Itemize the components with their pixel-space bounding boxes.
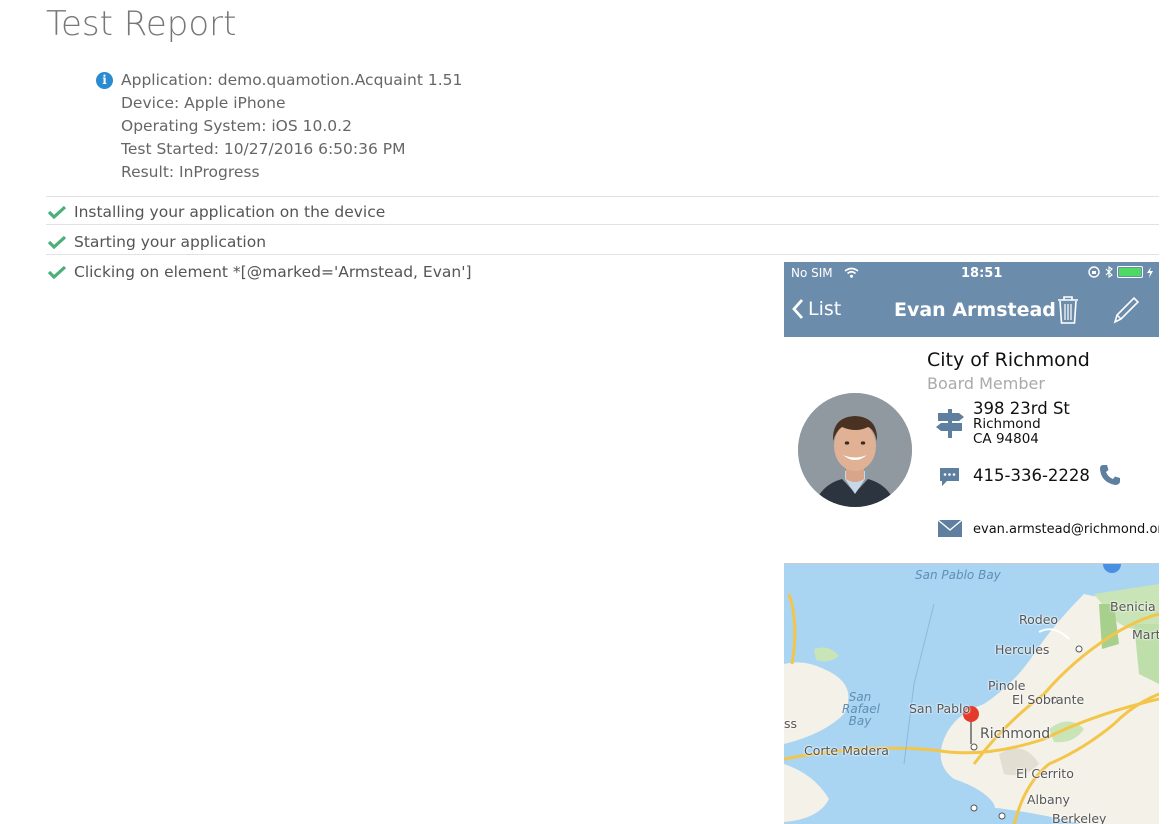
bluetooth-icon bbox=[1105, 266, 1113, 278]
info-application: Application: demo.quamotion.Acquaint 1.5… bbox=[121, 71, 463, 89]
map-label-benicia: Benicia bbox=[1110, 599, 1156, 614]
chevron-left-icon bbox=[792, 299, 804, 319]
checkmark-icon bbox=[48, 205, 66, 219]
map-label-san-pablo: San Pablo bbox=[909, 701, 971, 716]
map-label-corte-madera: Corte Madera bbox=[804, 743, 889, 758]
contact-title: Evan Armstead bbox=[894, 299, 1056, 321]
info-os: Operating System: iOS 10.0.2 bbox=[121, 117, 352, 135]
status-bar: No SIM 18:51 bbox=[791, 266, 1153, 282]
page-title: Test Report bbox=[46, 4, 237, 44]
map-label-richmond: Richmond bbox=[980, 726, 1051, 742]
map-label-albany: Albany bbox=[1027, 792, 1070, 807]
clock-label: 18:51 bbox=[961, 266, 1003, 281]
contact-state-zip: CA 94804 bbox=[973, 431, 1039, 447]
checkmark-icon bbox=[48, 265, 66, 279]
contact-position: Board Member bbox=[927, 374, 1045, 393]
map-label-el-cerrito: El Cerrito bbox=[1016, 766, 1074, 781]
info-device: Device: Apple iPhone bbox=[121, 94, 286, 112]
contact-email: evan.armstead@richmond.org bbox=[973, 522, 1159, 537]
edit-pencil-icon[interactable] bbox=[1112, 295, 1140, 325]
map-label-martinez: Martinez bbox=[1132, 627, 1159, 642]
step-label: Clicking on element *[@marked='Armstead,… bbox=[74, 263, 472, 281]
message-bubble-icon[interactable] bbox=[938, 466, 961, 488]
map-label-rodeo: Rodeo bbox=[1019, 612, 1059, 627]
checkmark-icon bbox=[48, 235, 66, 249]
map-label-berkeley: Berkeley bbox=[1052, 811, 1107, 824]
back-label: List bbox=[808, 298, 842, 320]
step-row: Installing your application on the devic… bbox=[48, 203, 385, 221]
map-label-hercules: Hercules bbox=[995, 642, 1050, 657]
signpost-icon[interactable] bbox=[935, 407, 965, 439]
contact-city-block: Richmond CA 94804 bbox=[973, 417, 1041, 447]
rotation-lock-icon bbox=[1088, 266, 1100, 278]
step-row: Starting your application bbox=[48, 233, 266, 251]
step-label: Installing your application on the devic… bbox=[74, 203, 386, 221]
back-button[interactable]: List bbox=[792, 298, 841, 320]
step-label: Starting your application bbox=[74, 233, 267, 251]
phone-call-icon[interactable] bbox=[1098, 463, 1122, 487]
contact-avatar bbox=[798, 393, 912, 507]
divider bbox=[46, 224, 1159, 225]
step-row: Clicking on element *[@marked='Armstead,… bbox=[48, 263, 472, 281]
carrier-label: No SIM bbox=[791, 266, 833, 280]
trash-icon[interactable] bbox=[1056, 295, 1080, 325]
info-icon: i bbox=[96, 72, 113, 89]
nav-bar: No SIM 18:51 List Evan Armstead bbox=[784, 262, 1159, 337]
divider bbox=[46, 254, 1159, 255]
device-screenshot: No SIM 18:51 List Evan Armstead City of … bbox=[784, 262, 1159, 824]
map-label-fragment: ss bbox=[784, 716, 798, 731]
location-map[interactable]: San Pablo Bay Rodeo Benicia Martinez Her… bbox=[784, 563, 1159, 824]
contact-company: City of Richmond bbox=[927, 349, 1090, 371]
map-label-san-rafael-bay: San Rafael Bay bbox=[842, 690, 880, 728]
map-label-el-sobrante: El Sobrante bbox=[1012, 692, 1085, 707]
wifi-icon bbox=[844, 267, 859, 278]
charging-icon bbox=[1147, 266, 1153, 278]
battery-icon bbox=[1117, 266, 1143, 278]
divider bbox=[46, 196, 1159, 197]
info-started: Test Started: 10/27/2016 6:50:36 PM bbox=[121, 140, 406, 158]
contact-phone: 415-336-2228 bbox=[973, 466, 1090, 485]
email-envelope-icon[interactable] bbox=[937, 519, 963, 538]
info-result: Result: InProgress bbox=[121, 163, 260, 181]
contact-city: Richmond bbox=[973, 416, 1041, 432]
map-label-pinole: Pinole bbox=[988, 678, 1026, 693]
map-label-san-pablo-bay: San Pablo Bay bbox=[915, 568, 1001, 582]
